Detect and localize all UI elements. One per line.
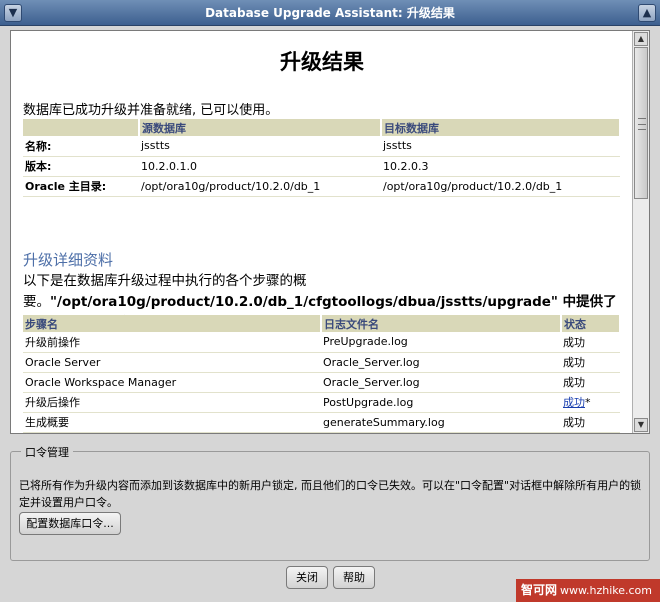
password-management-description: 已将所有作为升级内容而添加到该数据库中的新用户锁定, 而且他们的口令已失效。可以… <box>19 479 642 509</box>
step-name: 生成概要 <box>23 412 321 433</box>
help-button[interactable]: 帮助 <box>333 566 375 589</box>
intro-text: 数据库已成功升级并准备就绪, 已可以使用。 <box>23 103 279 118</box>
summary-header-source: 源数据库 <box>139 119 382 136</box>
source-oracle-home: /opt/ora10g/product/10.2.0/db_1 <box>139 176 381 197</box>
row-label-oracle-home: Oracle 主目录: <box>23 176 139 197</box>
step-status-cell: 成功* <box>561 392 620 413</box>
target-name: jsstts <box>381 136 620 157</box>
steps-header-row: 步骤名 日志文件名 状态 <box>23 315 621 332</box>
close-button[interactable]: 关闭 <box>286 566 328 589</box>
step-name: Oracle Server <box>23 352 321 373</box>
step-log: PostUpgrade.log <box>321 392 561 413</box>
site-watermark: 智可网 www.hzhike.com <box>516 579 660 602</box>
step-status: 成功 <box>561 412 620 433</box>
scroll-up-icon[interactable]: ▲ <box>634 32 648 46</box>
step-log: PreUpgrade.log <box>321 332 561 353</box>
steps-header-step: 步骤名 <box>23 315 322 332</box>
steps-table: 步骤名 日志文件名 状态 升级前操作 PreUpgrade.log 成功 Ora… <box>23 315 621 433</box>
step-status: 成功 <box>561 372 620 393</box>
table-row: Oracle Server Oracle_Server.log 成功 <box>23 352 620 373</box>
table-row: 版本: 10.2.0.1.0 10.2.0.3 <box>23 156 620 177</box>
grip-icon <box>638 118 646 130</box>
log-directory-path: "/opt/ora10g/product/10.2.0/db_1/cfgtool… <box>50 294 558 310</box>
window-title: Database Upgrade Assistant: 升级结果 <box>205 6 455 20</box>
scrollbar-thumb[interactable] <box>634 47 648 199</box>
target-oracle-home: /opt/ora10g/product/10.2.0/db_1 <box>381 176 620 197</box>
configure-passwords-button[interactable]: 配置数据库口令... <box>19 512 121 535</box>
results-content: 升级结果 数据库已成功升级并准备就绪, 已可以使用。 源数据库 目标数据库 名称… <box>11 31 633 433</box>
step-name: 升级前操作 <box>23 332 321 353</box>
step-name: Oracle Workspace Manager <box>23 372 321 393</box>
table-row: 升级前操作 PreUpgrade.log 成功 <box>23 332 620 353</box>
source-name: jsstts <box>139 136 381 157</box>
status-note-mark: * <box>585 396 591 409</box>
steps-header-log: 日志文件名 <box>321 315 562 332</box>
step-status-link[interactable]: 成功 <box>563 396 585 409</box>
close-window-icon[interactable]: ▲ <box>638 4 656 22</box>
scroll-down-icon[interactable]: ▼ <box>634 418 648 432</box>
table-row: 升级后操作 PostUpgrade.log 成功* <box>23 392 620 413</box>
watermark-brand: 智可网 <box>521 583 558 597</box>
password-management-group: 口令管理 已将所有作为升级内容而添加到该数据库中的新用户锁定, 而且他们的口令已… <box>10 444 650 561</box>
vertical-scrollbar[interactable]: ▲ ▼ <box>632 31 649 433</box>
step-name: 升级后操作 <box>23 392 321 413</box>
steps-header-status: 状态 <box>561 315 621 332</box>
password-management-legend: 口令管理 <box>21 444 73 460</box>
step-log: Oracle_Server.log <box>321 352 561 373</box>
table-row: 名称: jsstts jsstts <box>23 136 620 157</box>
page-title: 升级结果 <box>280 50 364 74</box>
step-status: 成功 <box>561 352 620 373</box>
table-row: Oracle 主目录: /opt/ora10g/product/10.2.0/d… <box>23 176 620 197</box>
summary-header-target: 目标数据库 <box>381 119 621 136</box>
summary-header-blank <box>23 119 140 136</box>
step-log: Oracle_Server.log <box>321 372 561 393</box>
target-version: 10.2.0.3 <box>381 156 620 177</box>
table-row: Oracle Workspace Manager Oracle_Server.l… <box>23 372 620 393</box>
window-titlebar: ▼ Database Upgrade Assistant: 升级结果 ▲ <box>0 0 660 26</box>
table-row: 生成概要 generateSummary.log 成功 <box>23 412 620 433</box>
step-log: generateSummary.log <box>321 412 561 433</box>
row-label-version: 版本: <box>23 156 139 177</box>
watermark-url: www.hzhike.com <box>560 584 653 597</box>
upgrade-details-heading: 升级详细资料 <box>23 251 114 269</box>
source-version: 10.2.0.1.0 <box>139 156 381 177</box>
summary-table: 源数据库 目标数据库 名称: jsstts jsstts 版本: 10.2.0.… <box>23 119 621 197</box>
step-status: 成功 <box>561 332 620 353</box>
results-scroll-panel: 升级结果 数据库已成功升级并准备就绪, 已可以使用。 源数据库 目标数据库 名称… <box>10 30 650 434</box>
summary-header-row: 源数据库 目标数据库 <box>23 119 621 136</box>
row-label-name: 名称: <box>23 136 139 157</box>
window-menu-icon[interactable]: ▼ <box>4 4 22 22</box>
